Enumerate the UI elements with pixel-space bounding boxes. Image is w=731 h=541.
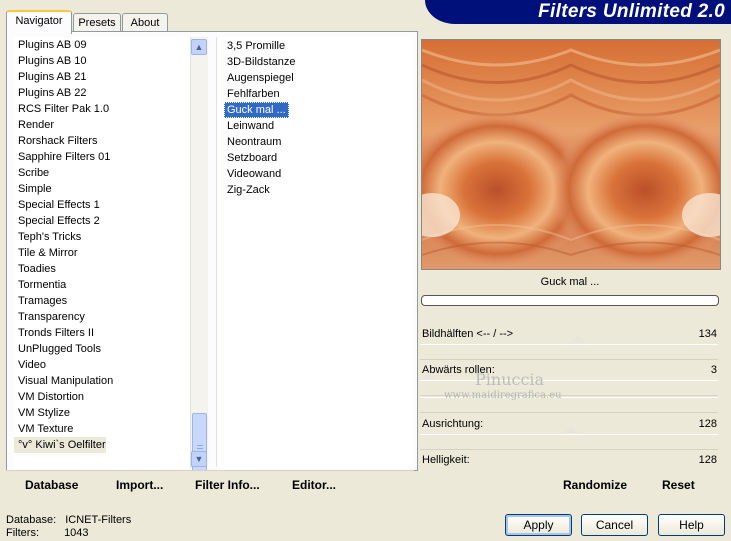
category-item[interactable]: Render [14, 117, 54, 133]
category-item[interactable]: Rorshack Filters [14, 133, 97, 149]
category-scrollbar[interactable]: ▲ ▼ [190, 37, 208, 485]
param-label: Bildhälften <-- / --> [422, 328, 514, 340]
category-item[interactable]: Special Effects 1 [14, 197, 100, 213]
filter-item[interactable]: 3D-Bildstanze [224, 54, 298, 70]
category-item[interactable]: Video [14, 357, 46, 373]
filter-item[interactable]: Zig-Zack [224, 182, 273, 198]
category-item[interactable]: Sapphire Filters 01 [14, 149, 110, 165]
chevron-up-icon: ▲ [194, 42, 204, 52]
title-banner: Filters Unlimited 2.0 [425, 0, 731, 24]
category-list[interactable]: Plugins AB 09 Plugins AB 10 Plugins AB 21 P… [14, 37, 190, 467]
category-item[interactable]: UnPlugged Tools [14, 341, 101, 357]
filter-item[interactable]: Videowand [224, 166, 284, 182]
param-label: Helligkeit: [422, 454, 470, 466]
param-label: Ausrichtung: [422, 418, 484, 430]
editor-button[interactable]: Editor... [292, 478, 336, 492]
filter-item[interactable]: Guck mal ... [224, 102, 289, 118]
app-title: Filters Unlimited 2.0 [538, 1, 725, 22]
param-row: Helligkeit: 128 [420, 452, 720, 470]
param-slider[interactable] [420, 336, 718, 360]
category-item[interactable]: Plugins AB 21 [14, 69, 87, 85]
preview-graphic [422, 40, 720, 269]
param-value: 128 [698, 454, 717, 466]
database-button[interactable]: Database [25, 478, 78, 492]
randomize-button[interactable]: Randomize [563, 478, 627, 492]
category-item[interactable]: Special Effects 2 [14, 213, 100, 229]
slider-thumb[interactable] [564, 426, 578, 433]
filter-item[interactable]: Leinwand [224, 118, 277, 134]
category-item[interactable]: Toadies [14, 261, 56, 277]
scroll-down-button[interactable]: ▼ [191, 451, 207, 467]
filter-item[interactable]: Neontraum [224, 134, 284, 150]
category-item[interactable]: Transparency [14, 309, 85, 325]
filter-info-button[interactable]: Filter Info... [195, 478, 260, 492]
help-button[interactable]: Help [658, 514, 725, 536]
category-item[interactable]: Simple [14, 181, 52, 197]
filters-unlimited-dialog: { "app_title": "Filters Unlimited 2.0", … [0, 0, 731, 541]
category-item[interactable]: VM Texture [14, 421, 73, 437]
status-filters-value: 1043 [64, 527, 89, 539]
param-row: Abwärts rollen: 3 [420, 362, 720, 380]
param-row: Bildhälften <-- / --> 134 [420, 326, 720, 344]
slider-thumb[interactable] [422, 372, 436, 379]
preview-image [421, 39, 721, 270]
chevron-down-icon: ▼ [194, 454, 204, 464]
category-item[interactable]: Tronds Filters II [14, 325, 94, 341]
watermark-title: Pinuccia [475, 370, 545, 389]
category-item[interactable]: Tormentia [14, 277, 66, 293]
status-database-label: Database: [6, 514, 57, 526]
category-item[interactable]: Plugins AB 22 [14, 85, 87, 101]
apply-button[interactable]: Apply [505, 514, 572, 536]
grip-line [197, 445, 203, 446]
tab-navigator[interactable]: Navigator [6, 10, 72, 34]
reset-button[interactable]: Reset [662, 478, 695, 492]
param-slider[interactable] [420, 426, 718, 450]
category-item[interactable]: Tramages [14, 293, 67, 309]
tab-about[interactable]: About [122, 13, 168, 32]
status-filters-label: Filters: [6, 527, 39, 539]
filter-item[interactable]: Augenspiegel [224, 70, 297, 86]
category-item[interactable]: RCS Filter Pak 1.0 [14, 101, 109, 117]
slider-thumb[interactable] [571, 336, 585, 343]
scroll-up-button[interactable]: ▲ [191, 39, 207, 55]
category-item[interactable]: Plugins AB 09 [14, 37, 87, 53]
status-filters: Filters: 1043 [6, 527, 89, 539]
category-item[interactable]: °v° Kiwi`s Oelfilter [14, 437, 106, 453]
status-database: Database: ICNET-Filters [6, 514, 131, 526]
preview-filter-name: Guck mal ... [540, 276, 600, 288]
filter-item[interactable]: Setzboard [224, 150, 280, 166]
import-button[interactable]: Import... [116, 478, 163, 492]
category-item[interactable]: Tile & Mirror [14, 245, 77, 261]
watermark-url: www.maidiregrafica.eu [444, 390, 562, 401]
category-item[interactable]: Scribe [14, 165, 49, 181]
param-value: 128 [698, 418, 717, 430]
category-item[interactable]: VM Stylize [14, 405, 70, 421]
status-database-value: ICNET-Filters [65, 514, 132, 526]
filter-list[interactable]: 3,5 Promille 3D-Bildstanze Augenspiegel Feh… [216, 37, 413, 467]
param-value: 134 [698, 328, 717, 340]
filter-item[interactable]: 3,5 Promille [224, 38, 288, 54]
category-item[interactable]: Teph's Tricks [14, 229, 81, 245]
filter-item[interactable]: Fehlfarben [224, 86, 283, 102]
progress-bar [421, 295, 719, 306]
grip-line [197, 448, 203, 449]
tab-presets[interactable]: Presets [73, 13, 121, 32]
param-value: 3 [710, 364, 717, 376]
category-item[interactable]: Visual Manipulation [14, 373, 113, 389]
category-item[interactable]: Plugins AB 10 [14, 53, 87, 69]
category-item[interactable]: VM Distortion [14, 389, 84, 405]
cancel-button[interactable]: Cancel [581, 514, 648, 536]
